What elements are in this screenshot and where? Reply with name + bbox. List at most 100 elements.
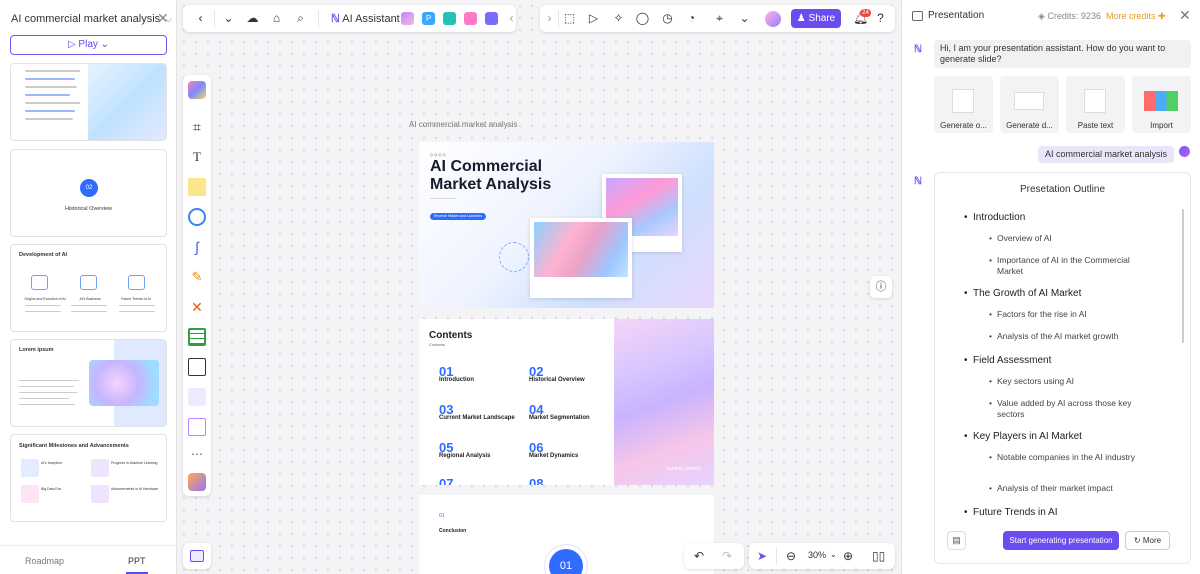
text-line	[25, 70, 80, 72]
more-button[interactable]: ↻ More	[1125, 531, 1170, 550]
zoom-dropdown-icon[interactable]: ⌄	[830, 550, 837, 559]
calendar-icon[interactable]	[188, 418, 206, 436]
outline-item: Analysis of the AI market growth	[989, 331, 1157, 342]
outline-scrollbar[interactable]	[1182, 209, 1184, 343]
comment-icon[interactable]: ◯	[635, 11, 650, 26]
outline-item: Value added by AI across those key secto…	[989, 398, 1149, 420]
collapse-icon[interactable]: ⌄	[221, 11, 236, 26]
text-line	[71, 311, 107, 312]
text-line	[19, 380, 79, 381]
zoom-bar: ➤ ⊖ 30% ⌄ ⊕ ▯▯	[749, 543, 895, 569]
shape-icon[interactable]	[188, 208, 206, 226]
slide-thumbnail-3[interactable]: Development of AI Origins and Evolution …	[10, 244, 167, 332]
column-title: Origins and Evolution of AI	[24, 297, 66, 301]
column-title: AI's Business	[79, 297, 101, 301]
play-label: Play	[78, 39, 98, 50]
back-icon[interactable]: ‹	[193, 11, 208, 26]
slide-thumbnail-2[interactable]: 02 Historical Overview	[10, 149, 167, 237]
slide-section-frame[interactable]: 01 Conclusion 01	[419, 495, 714, 574]
outline-item: Overview of AI	[989, 233, 1157, 244]
option-label: Import	[1150, 121, 1173, 130]
slide-contents-frame[interactable]: Contents Contents 01 Introduction 02 His…	[419, 319, 714, 485]
cloud-sync-icon[interactable]: ☁	[245, 11, 260, 26]
slide-thumbnail-5[interactable]: Significant Milestones and Advancements …	[10, 434, 167, 522]
more-tools-icon[interactable]: ⋯	[188, 445, 206, 463]
avatar[interactable]	[765, 11, 781, 27]
slide-title: AI Commercial Market Analysis	[430, 158, 552, 193]
mindmap-tool-icon[interactable]	[443, 12, 456, 25]
tab-roadmap[interactable]: Roadmap	[25, 556, 64, 566]
share-button[interactable]: ♟ Share	[791, 9, 841, 28]
slide-thumbnail-1[interactable]	[10, 63, 167, 141]
kanban-icon[interactable]	[188, 388, 206, 406]
ai-assistant-button[interactable]: ℕ AI Assistant	[331, 12, 400, 25]
info-icon[interactable]: ⓘ	[870, 276, 892, 298]
more-credits-link[interactable]: More credits ✚	[1106, 11, 1166, 22]
minimap-toggle[interactable]	[183, 543, 211, 569]
milestone-title: Big Data Era	[41, 487, 61, 491]
option-generate-outline[interactable]: Generate o...	[934, 76, 993, 133]
text-line	[25, 305, 61, 306]
chevron-left-icon[interactable]: ‹	[504, 11, 519, 26]
chat-tool-icon[interactable]	[485, 12, 498, 25]
option-paste-text[interactable]: Paste text	[1066, 76, 1125, 133]
redo-icon[interactable]: ↷	[722, 549, 732, 563]
panel-toggle-icon[interactable]	[912, 11, 923, 21]
document-icon[interactable]: ▤	[947, 531, 966, 550]
milestone-title: AI's Inception	[41, 461, 62, 465]
magic-icon[interactable]: ✧	[611, 11, 626, 26]
timer-icon[interactable]: ◷	[660, 11, 675, 26]
text-line	[25, 311, 61, 312]
text-icon[interactable]: T	[188, 148, 206, 166]
template-icon[interactable]	[188, 81, 206, 99]
play-icon[interactable]: ▷	[586, 11, 601, 26]
section-tag: 01	[439, 513, 445, 519]
close-icon[interactable]: ✕	[1179, 7, 1191, 24]
table-icon[interactable]	[188, 328, 206, 346]
select-cursor-icon[interactable]: ➤	[757, 549, 767, 563]
chevron-right-icon[interactable]: ›	[542, 11, 557, 26]
tab-ppt[interactable]: PPT	[126, 556, 147, 574]
sticky-note-icon[interactable]	[188, 178, 206, 196]
text-line	[25, 110, 75, 112]
book-view-icon[interactable]: ▯▯	[872, 549, 885, 563]
search-icon[interactable]: ⌕	[293, 11, 308, 26]
photo-art	[534, 222, 628, 277]
zoom-level[interactable]: 30%	[808, 550, 826, 560]
document-title[interactable]: AI commercial market analysis ⌵	[11, 13, 172, 25]
tag-icon[interactable]: ⌂	[269, 11, 284, 26]
text-line	[19, 392, 77, 393]
option-generate-document[interactable]: Generate d...	[1000, 76, 1059, 133]
help-icon[interactable]: ?	[873, 11, 888, 26]
canvas[interactable]: ‹ ⌄ ☁ ⌂ ⌕ ℕ AI Assistant P ‹ › ⬚ ▷ ✧ ◯ ◷…	[178, 0, 900, 574]
slide-thumbnail-4[interactable]: Lorem ipsum	[10, 339, 167, 427]
creation-toolbar: ⌗ T ∫ ✎ ✕ ⋯	[183, 75, 211, 496]
connector-icon[interactable]: ∫	[188, 238, 206, 256]
option-import[interactable]: Import	[1132, 76, 1191, 133]
apps-icon[interactable]	[188, 473, 206, 491]
pen-icon[interactable]: ✎	[188, 268, 206, 286]
laser-icon[interactable]: ⌖	[712, 11, 727, 26]
text-line	[25, 78, 75, 80]
play-button[interactable]: ▷ Play ⌄	[10, 35, 167, 55]
cursor-tool-icon[interactable]: ⬚	[562, 11, 577, 26]
more-chevron-icon[interactable]: ⌄	[737, 11, 752, 26]
option-label: Generate d...	[1006, 121, 1053, 130]
close-icon[interactable]: ✕	[157, 10, 169, 27]
outline-item: Analysis of their market impact	[989, 483, 1157, 494]
flowchart-tool-icon[interactable]	[464, 12, 477, 25]
presentation-tool-icon[interactable]: P	[422, 12, 435, 25]
document-icon[interactable]	[188, 358, 206, 376]
frame-icon[interactable]: ⌗	[188, 118, 206, 136]
zoom-in-icon[interactable]: ⊕	[843, 549, 853, 563]
undo-icon[interactable]: ↶	[694, 549, 704, 563]
slide-thumbnail-icon	[1014, 92, 1044, 110]
start-generating-button[interactable]: Start generating presentation	[1003, 531, 1119, 550]
vote-icon[interactable]: ◔	[684, 11, 699, 26]
frame-label[interactable]: AI commercial market analysis	[409, 120, 517, 129]
slide-title-frame[interactable]: ◇ ◇ ◇ ◇ AI Commercial Market Analysis ──…	[419, 142, 714, 308]
image-tool-icon[interactable]	[401, 12, 414, 25]
mindmap-icon[interactable]: ✕	[188, 298, 206, 316]
zoom-out-icon[interactable]: ⊖	[786, 549, 796, 563]
sliders-icon	[80, 275, 97, 290]
